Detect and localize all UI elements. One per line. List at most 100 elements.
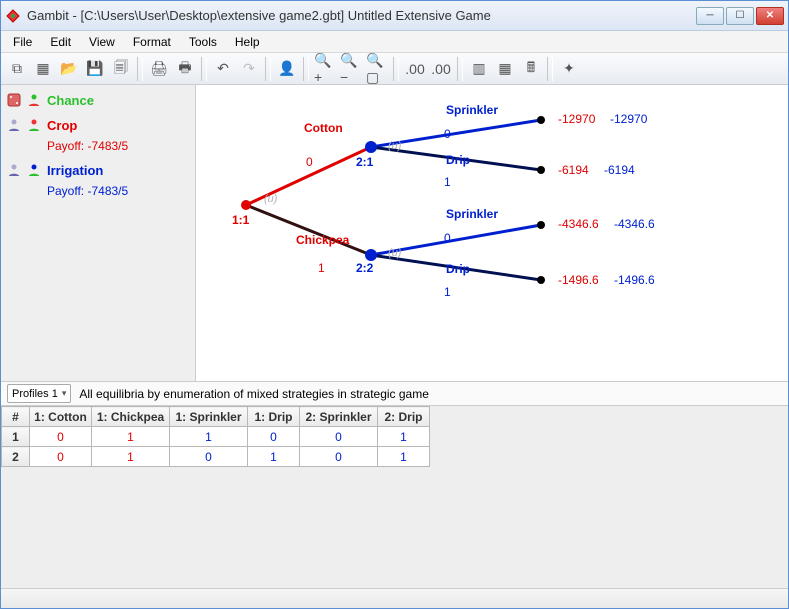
- toolbar-save-as[interactable]: 🗐: [109, 57, 133, 81]
- cell[interactable]: 1: [170, 427, 248, 447]
- leaf-prob: 0: [444, 231, 451, 245]
- toolbar-open[interactable]: 📂: [57, 57, 81, 81]
- toolbar-zoom-in[interactable]: 🔍+: [313, 57, 337, 81]
- node-u: (u): [388, 247, 401, 259]
- person-icon: [7, 163, 21, 177]
- player-payoff: Payoff: -7483/5: [47, 139, 189, 153]
- leaf-label: Drip: [446, 262, 470, 276]
- player-row-irrigation[interactable]: Irrigation: [7, 163, 189, 178]
- cell[interactable]: 1: [248, 447, 300, 467]
- toolbar: ⧉▦📂💾🗐🖨🖶↶↷👤🔍+🔍−🔍▢.00.00▥▦🖩✦: [1, 53, 788, 85]
- game-tree-canvas[interactable]: 1:1 (u) Cotton 0 2:1 (u) Chickpea 1 2:2 …: [196, 85, 788, 381]
- player-name[interactable]: Chance: [47, 93, 94, 108]
- cell[interactable]: 1: [92, 427, 170, 447]
- cell[interactable]: 0: [30, 427, 92, 447]
- toolbar-add-player[interactable]: 👤: [275, 57, 299, 81]
- payoff-irrig: -6194: [604, 163, 635, 177]
- payoff-crop: -4346.6: [558, 217, 599, 231]
- toolbar-decimals-less[interactable]: .00: [403, 57, 427, 81]
- cell[interactable]: 0: [300, 447, 378, 467]
- player-name[interactable]: Crop: [47, 118, 77, 133]
- toolbar-separator: [393, 57, 399, 81]
- profiles-bar: Profiles 1 All equilibria by enumeration…: [1, 381, 788, 405]
- toolbar-zoom-out[interactable]: 🔍−: [339, 57, 363, 81]
- branch-prob: 0: [306, 155, 313, 169]
- menu-tools[interactable]: Tools: [181, 33, 225, 51]
- close-button[interactable]: ✕: [756, 7, 784, 25]
- player-sidebar: Chance Crop Payoff: -7483/5 Irrigation P…: [1, 85, 196, 381]
- col-header[interactable]: #: [2, 407, 30, 427]
- cell[interactable]: 0: [30, 447, 92, 467]
- menu-view[interactable]: View: [81, 33, 123, 51]
- toolbar-decimals-more[interactable]: .00: [429, 57, 453, 81]
- branch-label: Chickpea: [296, 233, 349, 247]
- window-title: Gambit - [C:\Users\User\Desktop\extensiv…: [27, 8, 696, 23]
- payoff-irrig: -12970: [610, 112, 647, 126]
- profiles-selector[interactable]: Profiles 1: [7, 384, 71, 403]
- toolbar-layout-2[interactable]: ▦: [493, 57, 517, 81]
- toolbar-zoom-fit[interactable]: 🔍▢: [365, 57, 389, 81]
- menu-format[interactable]: Format: [125, 33, 179, 51]
- node-id: 1:1: [232, 213, 249, 227]
- dice-icon: [7, 93, 21, 107]
- toolbar-separator: [137, 57, 143, 81]
- player-payoff: Payoff: -7483/5: [47, 184, 189, 198]
- branch-prob: 1: [318, 261, 325, 275]
- leaf-label: Drip: [446, 153, 470, 167]
- toolbar-redo: ↷: [237, 57, 261, 81]
- col-header[interactable]: 1: Chickpea: [92, 407, 170, 427]
- toolbar-layout-1[interactable]: ▥: [467, 57, 491, 81]
- toolbar-calculator[interactable]: 🖩: [519, 57, 543, 81]
- toolbar-undo[interactable]: ↶: [211, 57, 235, 81]
- node-u: (u): [264, 193, 277, 205]
- toolbar-separator: [303, 57, 309, 81]
- toolbar-separator: [547, 57, 553, 81]
- person-icon: [27, 163, 41, 177]
- col-header[interactable]: 1: Cotton: [30, 407, 92, 427]
- payoff-crop: -12970: [558, 112, 595, 126]
- toolbar-new-table[interactable]: ▦: [31, 57, 55, 81]
- leaf-prob: 1: [444, 175, 451, 189]
- minimize-button[interactable]: ─: [696, 7, 724, 25]
- menu-bar: File Edit View Format Tools Help: [1, 31, 788, 53]
- node-u: (u): [388, 140, 401, 152]
- table-row[interactable]: 2 0 1 0 1 0 1: [2, 447, 430, 467]
- leaf-prob: 0: [444, 127, 451, 141]
- toolbar-new-tree[interactable]: ⧉: [5, 57, 29, 81]
- col-header[interactable]: 1: Drip: [248, 407, 300, 427]
- branch-label: Cotton: [304, 121, 343, 135]
- col-header[interactable]: 1: Sprinkler: [170, 407, 248, 427]
- person-icon: [27, 118, 41, 132]
- leaf-label: Sprinkler: [446, 207, 498, 221]
- toolbar-print-preview[interactable]: 🖶: [173, 57, 197, 81]
- player-name[interactable]: Irrigation: [47, 163, 103, 178]
- profiles-selector-label: Profiles 1: [12, 388, 58, 400]
- cell[interactable]: 1: [92, 447, 170, 467]
- equilibria-table[interactable]: # 1: Cotton 1: Chickpea 1: Sprinkler 1: …: [1, 406, 430, 467]
- leaf-prob: 1: [444, 285, 451, 299]
- title-bar: Gambit - [C:\Users\User\Desktop\extensiv…: [1, 1, 788, 31]
- row-number: 1: [2, 427, 30, 447]
- menu-edit[interactable]: Edit: [42, 33, 79, 51]
- leaf-label: Sprinkler: [446, 103, 498, 117]
- col-header[interactable]: 2: Drip: [378, 407, 430, 427]
- profiles-description: All equilibria by enumeration of mixed s…: [79, 387, 429, 401]
- player-row-crop[interactable]: Crop: [7, 118, 189, 133]
- cell[interactable]: 0: [248, 427, 300, 447]
- table-row[interactable]: 1 0 1 1 0 0 1: [2, 427, 430, 447]
- cell[interactable]: 1: [378, 447, 430, 467]
- cell[interactable]: 1: [378, 427, 430, 447]
- menu-help[interactable]: Help: [227, 33, 268, 51]
- cell[interactable]: 0: [170, 447, 248, 467]
- toolbar-save[interactable]: 💾: [83, 57, 107, 81]
- payoff-crop: -1496.6: [558, 273, 599, 287]
- maximize-button[interactable]: ☐: [726, 7, 754, 25]
- player-row-chance[interactable]: Chance: [7, 93, 189, 108]
- col-header[interactable]: 2: Sprinkler: [300, 407, 378, 427]
- toolbar-print[interactable]: 🖨: [147, 57, 171, 81]
- cell[interactable]: 0: [300, 427, 378, 447]
- menu-file[interactable]: File: [5, 33, 40, 51]
- equilibria-table-area: # 1: Cotton 1: Chickpea 1: Sprinkler 1: …: [1, 405, 788, 606]
- toolbar-arrange[interactable]: ✦: [557, 57, 581, 81]
- table-header-row: # 1: Cotton 1: Chickpea 1: Sprinkler 1: …: [2, 407, 430, 427]
